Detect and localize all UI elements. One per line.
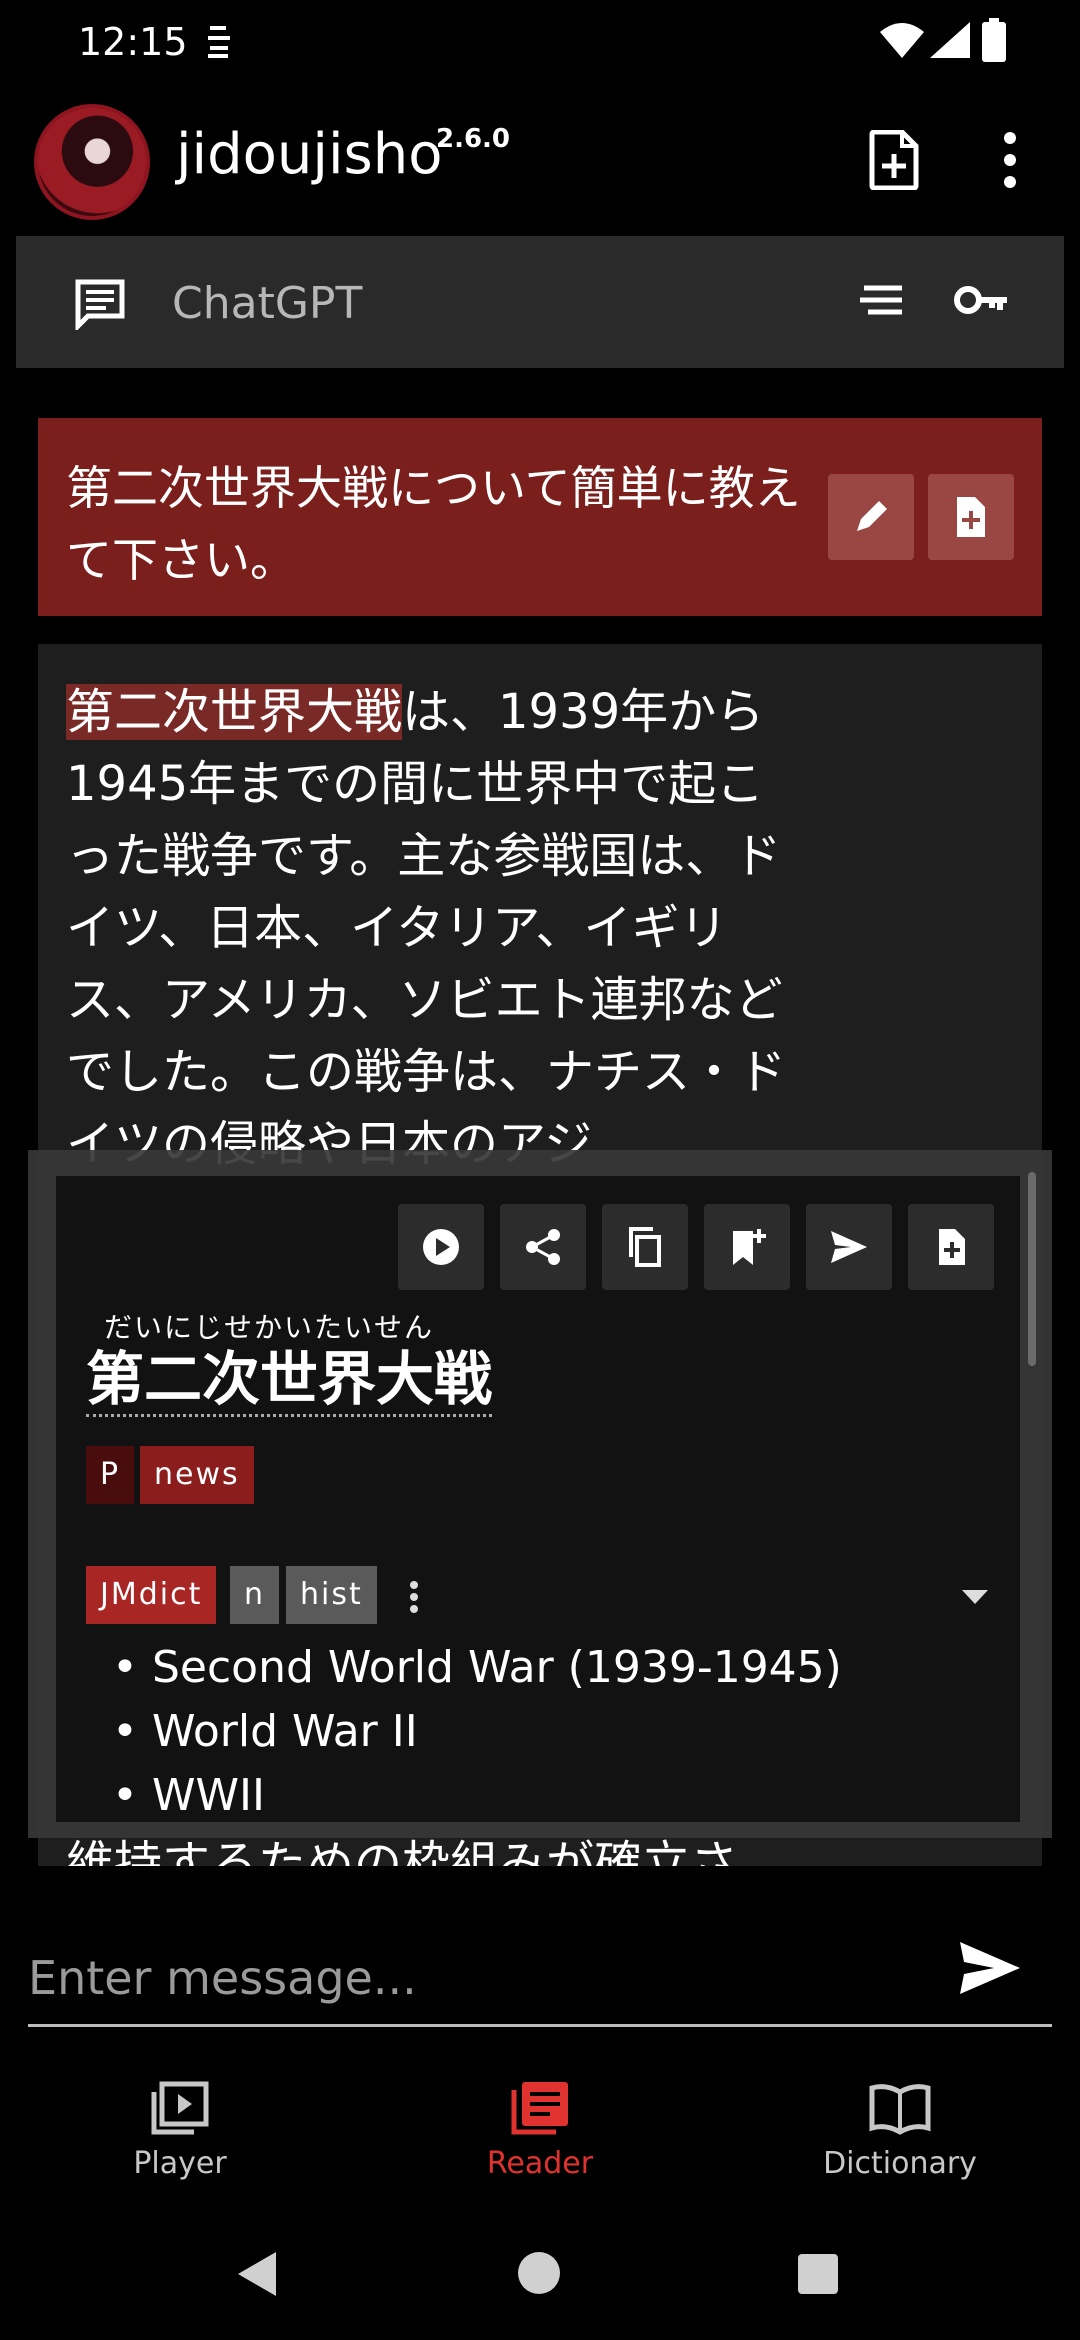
clock: 12:15: [78, 20, 188, 64]
battery-icon: [982, 18, 1006, 62]
pencil-icon: [857, 501, 887, 531]
frequency-tag[interactable]: news: [140, 1446, 254, 1504]
app-bar: jidoujisho 2.6.0: [0, 96, 1080, 226]
create-card-button[interactable]: [908, 1204, 994, 1290]
app-version: 2.6.0: [436, 124, 511, 154]
frequency-tag[interactable]: P: [86, 1446, 135, 1504]
field-tag[interactable]: hist: [286, 1566, 377, 1624]
new-document-icon[interactable]: [868, 130, 920, 190]
dictionary-headword[interactable]: 第二次世界大戦: [86, 1344, 493, 1417]
home-button[interactable]: [518, 2252, 560, 2294]
bookmark-button[interactable]: [704, 1204, 790, 1290]
sim-icon: [208, 26, 230, 58]
add-document-icon: [939, 1229, 965, 1265]
wifi-icon: [880, 23, 924, 58]
app-logo: [34, 104, 150, 220]
signal-icon: [930, 22, 970, 58]
gloss-item: WWII: [112, 1764, 842, 1822]
send-icon: [831, 1231, 867, 1263]
user-message-text: 第二次世界大戦について簡単に教えて下さい。: [66, 461, 801, 587]
chat-header: ChatGPT: [16, 236, 1064, 368]
recents-button[interactable]: [798, 2254, 838, 2294]
nav-player[interactable]: Player: [30, 2080, 330, 2200]
chevron-down-icon[interactable]: [962, 1590, 988, 1604]
sort-icon[interactable]: [858, 280, 904, 320]
app-title: jidoujisho: [176, 122, 443, 187]
response-text[interactable]: 第二次世界大戦は、1939年から1945年までの間に世界中で起こった戦争です。主…: [66, 676, 806, 1180]
play-circle-icon: [423, 1229, 459, 1265]
play-audio-button[interactable]: [398, 1204, 484, 1290]
chat-title: ChatGPT: [172, 278, 363, 329]
gloss-item: World War II: [112, 1700, 842, 1764]
input-underline: [28, 2024, 1052, 2027]
copy-button[interactable]: [602, 1204, 688, 1290]
reader-icon: [511, 2082, 568, 2135]
copy-icon: [629, 1227, 661, 1267]
more-vert-icon[interactable]: [408, 1580, 420, 1614]
key-icon[interactable]: [954, 280, 1010, 320]
edit-message-button[interactable]: [828, 474, 914, 560]
gloss-item: Second World War (1939-1945): [112, 1636, 842, 1700]
furigana-reading: だいにじせかいたいせん: [104, 1311, 435, 1344]
dictionary-popup: だいにじせかいたいせん 第二次世界大戦 P news JMdict n hist…: [56, 1176, 1020, 1822]
response-body: は、1939年から1945年までの間に世界中で起こった戦争です。主な参戦国は、ド…: [66, 684, 787, 1172]
selected-term[interactable]: 第二次世界大戦: [66, 684, 403, 740]
nav-reader[interactable]: Reader: [390, 2080, 690, 2200]
send-icon[interactable]: [954, 1932, 1026, 2004]
share-icon: [526, 1229, 560, 1265]
back-icon[interactable]: [236, 2250, 280, 2298]
message-input[interactable]: [28, 1938, 888, 2018]
status-bar: 12:15: [0, 0, 1080, 90]
add-document-icon: [957, 497, 985, 537]
nav-label: Player: [133, 2146, 227, 2181]
share-button[interactable]: [500, 1204, 586, 1290]
send-to-chat-button[interactable]: [806, 1204, 892, 1290]
nav-label: Reader: [486, 2146, 594, 2181]
dictionary-source-tag[interactable]: JMdict: [86, 1566, 217, 1624]
bookmark-add-icon: [733, 1229, 766, 1265]
player-icon: [151, 2081, 209, 2135]
part-of-speech-tag[interactable]: n: [230, 1566, 280, 1624]
popup-scrollbar[interactable]: [1028, 1172, 1036, 1366]
dictionary-icon: [869, 2084, 931, 2135]
more-vert-icon[interactable]: [1000, 130, 1020, 190]
nav-label: Dictionary: [823, 2146, 977, 2181]
chat-icon: [75, 279, 125, 330]
create-card-button[interactable]: [928, 474, 1014, 560]
gloss-list: Second World War (1939-1945) World War I…: [112, 1636, 842, 1822]
user-message: 第二次世界大戦について簡単に教えて下さい。: [38, 418, 1042, 616]
nav-dictionary[interactable]: Dictionary: [750, 2080, 1050, 2200]
